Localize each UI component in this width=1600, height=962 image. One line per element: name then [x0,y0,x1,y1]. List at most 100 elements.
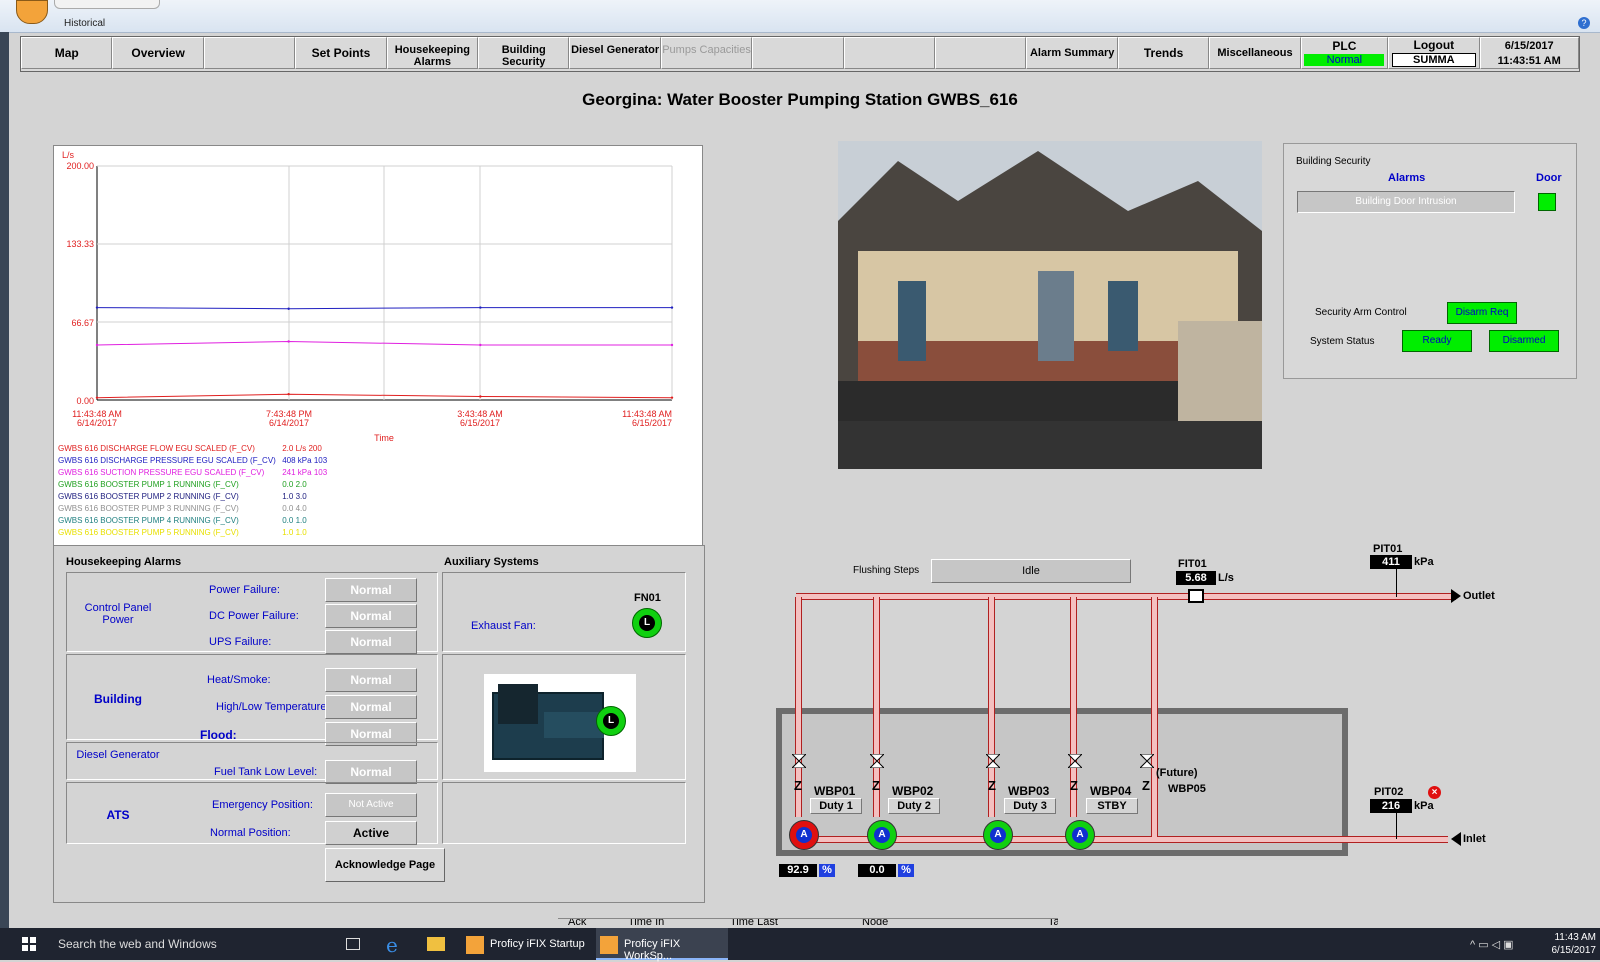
building-photo-drawing [838,141,1262,469]
ifix-startup-label: Proficy iFIX Startup [490,938,585,950]
fit01-value: 5.68 [1176,571,1216,585]
power-failure-label: Power Failure: [209,584,280,596]
nav-building-security-button[interactable]: Building Security [478,37,570,69]
future-label: (Future) [1156,767,1198,779]
pump5-valve-icon[interactable] [1138,753,1156,769]
pump4-icon[interactable]: A [1065,820,1095,850]
control-panel-power-label: Control Panel Power [84,602,152,626]
outlet-label: Outlet [1463,590,1495,602]
inlet-label: Inlet [1463,833,1486,845]
windows-start-icon[interactable] [22,937,36,951]
emergency-position-status: Not Active [325,793,417,817]
disarmed-indicator: Disarmed [1489,330,1559,352]
exhaust-fan-label: Exhaust Fan: [471,620,536,632]
legend-series-name: GWBS 616 DISCHARGE FLOW EGU SCALED (F_CV… [58,444,255,453]
plc-status-block[interactable]: PLC Normal [1300,37,1389,69]
system-tray-icons[interactable]: ^ ▭ ◁ ▣ [1470,938,1514,951]
legend-series-value: 2.0 L/s 200 [282,444,322,453]
alarm-col-ack[interactable]: Ack [568,919,586,928]
pit02-alarm-icon[interactable]: × [1428,786,1441,799]
ups-failure-status: Normal [325,630,417,654]
disarm-request-button[interactable]: Disarm Req [1447,302,1517,324]
pit01-unit: kPa [1414,556,1434,568]
nav-trends-button[interactable]: Trends [1117,37,1210,69]
fan-state-label: L [639,615,655,631]
nav-blank-button[interactable] [843,37,936,69]
task-view-icon[interactable] [346,938,360,950]
dc-power-failure-status: Normal [325,604,417,628]
nav-time: 11:43:51 AM [1497,54,1561,67]
file-explorer-icon[interactable] [427,937,445,951]
pump2-icon[interactable]: A [867,820,897,850]
pump1-valve-icon[interactable] [790,753,808,769]
acknowledge-page-button[interactable]: Acknowledge Page [325,848,445,882]
nav-diesel-generator-button[interactable]: Diesel Generator [569,37,661,69]
generator-image[interactable]: L [484,674,636,772]
pump4-check-valve-icon: Z [1070,778,1078,793]
alarm-col-tag[interactable]: Ta [1048,919,1058,928]
pump4-duty[interactable]: STBY [1086,798,1138,814]
taskbar-time[interactable]: 11:43 AM [1550,932,1596,943]
nav-pumps-capacities-button[interactable]: Pumps Capacities [660,37,753,69]
logout-label: Logout [1413,38,1455,52]
normal-position-status: Active [325,821,417,845]
nav-blank-button[interactable] [203,37,296,69]
nav-blank-button[interactable] [935,37,1027,69]
pump1-duty[interactable]: Duty 1 [810,798,862,814]
taskbar-search-box[interactable]: Search the web and Windows [58,937,217,951]
app-logo-icon[interactable] [16,0,48,24]
trend-data-point [479,395,482,398]
left-edge-strip [0,32,9,928]
trend-data-point [670,343,674,347]
pump4-valve-icon[interactable] [1066,753,1084,769]
nav-map-button[interactable]: Map [21,37,113,69]
building-security-panel: Building Security Alarms Door Building D… [1283,143,1577,379]
pump1-icon[interactable]: A [789,820,819,850]
pump-room-enclosure [776,708,1348,856]
exhaust-fan-icon[interactable]: L [632,608,662,638]
edge-browser-icon[interactable]: e [386,933,398,957]
quick-access-toolbar[interactable] [54,0,160,9]
plc-label: PLC [1332,39,1357,53]
nav-miscellaneous-button[interactable]: Miscellaneous [1209,37,1301,69]
legend-series-name: GWBS 616 BOOSTER PUMP 2 RUNNING (F_CV) [58,492,239,501]
legend-item: GWBS 616 BOOSTER PUMP 3 RUNNING (F_CV) 0… [58,503,327,515]
ribbon-bar: Historical ? [0,0,1600,33]
taskbar-app-ifix-workspace[interactable]: Proficy iFIX WorkSp... [596,928,728,962]
pump3-duty[interactable]: Duty 3 [1004,798,1056,814]
nav-alarm-summary-button[interactable]: Alarm Summary [1026,37,1118,69]
pump5-riser-pipe [1151,597,1158,837]
alarm-col-time-last[interactable]: Time Last [730,919,778,928]
taskbar-date[interactable]: 6/15/2017 [1546,945,1597,956]
security-title: Building Security [1296,156,1371,167]
pump2-speed-unit: % [898,864,914,877]
pump2-duty[interactable]: Duty 2 [888,798,940,814]
nav-set-points-button[interactable]: Set Points [295,37,387,69]
legend-series-value: 1.0 1.0 [282,528,307,537]
nav-date: 6/15/2017 [1504,39,1554,52]
generator-status-icon[interactable]: L [596,706,626,736]
help-icon[interactable]: ? [1578,17,1590,29]
nav-blank-button[interactable] [752,37,844,69]
alarm-col-node[interactable]: Node [862,919,888,928]
legend-item: GWBS 616 BOOSTER PUMP 4 RUNNING (F_CV) 0… [58,515,327,527]
nav-overview-button[interactable]: Overview [112,37,204,69]
door-intrusion-alarm[interactable]: Building Door Intrusion [1297,191,1515,213]
ribbon-tab-historical[interactable]: Historical [64,18,105,29]
nav-housekeeping-alarms-button[interactable]: Housekeeping Alarms [386,37,479,69]
trend-chart-panel[interactable]: L/s 200.00 133.33 66.67 0.00 11:43:48 AM… [53,145,703,547]
logout-button[interactable]: Logout SUMMA [1388,37,1480,69]
pump3-mode-label: A [990,827,1006,843]
pump3-icon[interactable]: A [983,820,1013,850]
high-low-temperature-label: High/Low Temperature: [216,701,330,713]
grid-lines [97,165,673,400]
y-tick-label: 200.00 [66,161,94,171]
taskbar-app-ifix-startup[interactable]: Proficy iFIX Startup [462,928,592,960]
trend-data-point [95,396,99,399]
housekeeping-title: Housekeeping Alarms [66,556,182,568]
alarm-col-time-in[interactable]: Time In [628,919,664,928]
trend-y-unit: L/s [62,150,75,160]
pump2-valve-icon[interactable] [868,753,886,769]
legend-item: GWBS 616 DISCHARGE FLOW EGU SCALED (F_CV… [58,443,327,455]
pump3-valve-icon[interactable] [984,753,1002,769]
